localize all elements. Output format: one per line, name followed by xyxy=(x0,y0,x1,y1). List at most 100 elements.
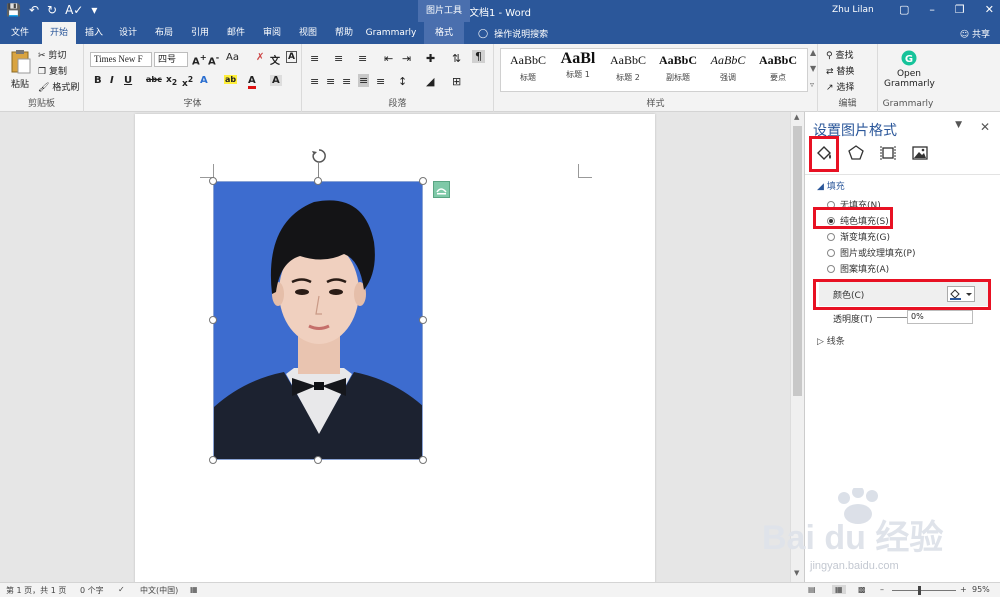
style-item[interactable]: AaBbC 副标题 xyxy=(653,53,703,83)
chinese-layout-icon[interactable]: ✚ xyxy=(426,52,435,65)
style-item[interactable]: AaBbC 强调 xyxy=(703,53,753,83)
resize-handle-ne[interactable] xyxy=(419,177,427,185)
scrollbar-thumb[interactable] xyxy=(793,126,802,396)
scroll-up-icon[interactable]: ▲ xyxy=(794,113,799,121)
picture-tab[interactable] xyxy=(909,142,931,164)
resize-handle-w[interactable] xyxy=(209,316,217,324)
rotate-handle-icon[interactable] xyxy=(311,148,327,164)
resize-handle-s[interactable] xyxy=(314,456,322,464)
justify-icon[interactable]: ≡ xyxy=(358,74,370,87)
ribbon-display-icon[interactable]: ▢ xyxy=(899,3,909,16)
tab-layout[interactable]: 布局 xyxy=(150,22,178,44)
tab-review[interactable]: 审阅 xyxy=(258,22,286,44)
clear-format-icon[interactable]: ✗ xyxy=(256,52,264,63)
gradient-fill-option[interactable]: 渐变填充(G) xyxy=(827,230,890,243)
tab-grammarly[interactable]: Grammarly xyxy=(364,22,418,44)
style-item[interactable]: AaBbC 标题 2 xyxy=(603,53,653,83)
char-border-icon[interactable]: A xyxy=(286,51,297,63)
distributed-icon[interactable]: ≡ xyxy=(376,75,385,88)
layout-properties-tab[interactable] xyxy=(877,142,899,164)
font-name-combo[interactable]: Times New F xyxy=(90,52,152,67)
subscript-button[interactable]: x2 xyxy=(166,75,177,87)
tab-view[interactable]: 视图 xyxy=(294,22,322,44)
proofing-icon[interactable]: ✓ xyxy=(118,585,125,594)
tab-mailings[interactable]: 邮件 xyxy=(222,22,250,44)
strikethrough-button[interactable]: abc xyxy=(146,75,162,84)
italic-button[interactable]: I xyxy=(110,75,114,86)
pane-close-icon[interactable]: ✕ xyxy=(980,120,990,134)
tab-home[interactable]: 开始 xyxy=(42,22,76,44)
phonetic-guide-icon[interactable]: 文 xyxy=(270,52,280,67)
copy-button[interactable]: ❐ 复制 xyxy=(38,64,67,77)
underline-button[interactable]: U xyxy=(124,75,132,86)
zoom-in-icon[interactable]: + xyxy=(960,585,967,594)
share-button[interactable]: ☺ 共享 xyxy=(960,27,990,40)
minimize-icon[interactable]: – xyxy=(929,3,935,16)
style-item[interactable]: AaBl 标题 1 xyxy=(553,50,603,80)
layout-options-icon[interactable] xyxy=(433,181,450,198)
transparency-input[interactable]: 0% xyxy=(907,310,973,324)
transparency-slider[interactable] xyxy=(877,317,907,318)
superscript-button[interactable]: x2 xyxy=(182,75,193,89)
page-count[interactable]: 第 1 页，共 1 页 xyxy=(6,585,66,596)
restore-icon[interactable]: ❐ xyxy=(955,3,965,16)
style-item[interactable]: AaBbC 标题 xyxy=(503,53,553,83)
numbering-icon[interactable]: ≡ xyxy=(334,52,343,65)
styles-scroll-up-icon[interactable]: ▲ xyxy=(810,48,816,57)
char-shading-icon[interactable]: A xyxy=(270,75,282,86)
multilevel-list-icon[interactable]: ≡ xyxy=(358,52,367,65)
select-button[interactable]: ↗ 选择 xyxy=(826,80,854,93)
zoom-slider[interactable] xyxy=(892,590,956,591)
pattern-fill-option[interactable]: 图案填充(A) xyxy=(827,262,889,275)
zoom-slider-thumb[interactable] xyxy=(918,586,921,595)
line-spacing-icon[interactable]: ↕ xyxy=(398,75,407,88)
tab-insert[interactable]: 插入 xyxy=(80,22,108,44)
zoom-out-icon[interactable]: – xyxy=(880,585,884,594)
decrease-indent-icon[interactable]: ⇤ xyxy=(384,52,393,65)
bullets-icon[interactable]: ≡ xyxy=(310,52,319,65)
language-indicator[interactable]: 中文(中国) xyxy=(140,585,178,596)
bold-button[interactable]: B xyxy=(94,75,102,86)
resize-handle-nw[interactable] xyxy=(209,177,217,185)
format-painter-button[interactable]: 🖌 格式刷 xyxy=(38,80,79,93)
highlight-icon[interactable]: ab xyxy=(224,75,238,84)
styles-scroll-down-icon[interactable]: ▼ xyxy=(810,64,816,73)
close-icon[interactable]: ✕ xyxy=(985,3,994,16)
effects-tab[interactable] xyxy=(845,142,867,164)
user-name[interactable]: Zhu Lilan xyxy=(832,5,874,15)
font-size-combo[interactable]: 四号 xyxy=(154,52,188,67)
fill-section-header[interactable]: ◢ 填充 xyxy=(817,179,845,192)
replace-button[interactable]: ⇄ 替换 xyxy=(826,64,854,77)
shrink-font-button[interactable]: A- xyxy=(208,52,219,67)
grow-font-button[interactable]: A+ xyxy=(192,52,207,67)
resize-handle-sw[interactable] xyxy=(209,456,217,464)
styles-more-icon[interactable]: ▿ xyxy=(810,80,814,89)
tab-format[interactable]: 格式 xyxy=(424,22,464,44)
sort-icon[interactable]: ⇅ xyxy=(452,52,461,65)
tab-references[interactable]: 引用 xyxy=(186,22,214,44)
cut-button[interactable]: ✂ 剪切 xyxy=(38,48,66,61)
find-button[interactable]: ⚲ 查找 xyxy=(826,48,853,61)
shading-icon[interactable]: ◢ xyxy=(426,75,434,88)
borders-icon[interactable]: ⊞ xyxy=(452,75,461,88)
paste-button[interactable]: 粘贴 xyxy=(8,50,32,90)
selected-photo[interactable] xyxy=(213,181,423,460)
show-marks-icon[interactable]: ¶ xyxy=(472,50,485,63)
print-layout-icon[interactable]: ▦ xyxy=(832,585,846,594)
pane-options-icon[interactable]: ▼ xyxy=(955,120,962,130)
web-layout-icon[interactable]: ▩ xyxy=(858,585,866,594)
read-mode-icon[interactable]: ▤ xyxy=(808,585,816,594)
line-section-header[interactable]: ▷ 线条 xyxy=(817,334,845,347)
zoom-level[interactable]: 95% xyxy=(972,585,990,594)
resize-handle-e[interactable] xyxy=(419,316,427,324)
resize-handle-se[interactable] xyxy=(419,456,427,464)
resize-handle-n[interactable] xyxy=(314,177,322,185)
tell-me-search[interactable]: ◯ 操作说明搜索 xyxy=(478,27,548,41)
align-right-icon[interactable]: ≡ xyxy=(342,75,351,88)
tab-help[interactable]: 帮助 xyxy=(330,22,358,44)
change-case-button[interactable]: Aa xyxy=(226,52,239,63)
text-effects-icon[interactable]: A xyxy=(200,75,208,86)
font-color-icon[interactable]: A xyxy=(248,75,256,89)
align-center-icon[interactable]: ≡ xyxy=(326,75,335,88)
style-item[interactable]: AaBbC 要点 xyxy=(753,53,803,83)
